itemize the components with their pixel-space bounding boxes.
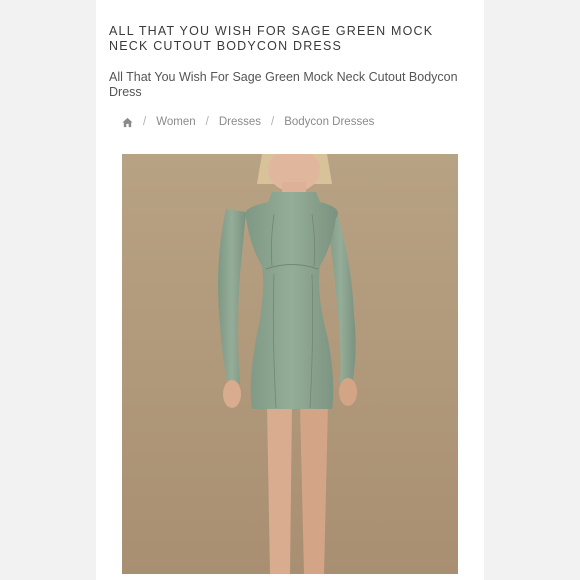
breadcrumb-item-women[interactable]: Women [156, 116, 195, 128]
breadcrumb-item-bodycon-dresses[interactable]: Bodycon Dresses [284, 116, 374, 128]
breadcrumb-separator: / [143, 116, 147, 128]
breadcrumb-separator: / [271, 116, 275, 128]
home-icon[interactable] [122, 117, 133, 128]
page-title: ALL THAT YOU WISH FOR SAGE GREEN MOCK NE… [109, 24, 434, 53]
breadcrumb-separator: / [205, 116, 209, 128]
breadcrumb: / Women / Dresses / Bodycon Dresses [122, 114, 374, 130]
product-card: ALL THAT YOU WISH FOR SAGE GREEN MOCK NE… [96, 0, 484, 580]
product-photo [122, 154, 458, 574]
breadcrumb-item-dresses[interactable]: Dresses [219, 116, 261, 128]
product-name: All That You Wish For Sage Green Mock Ne… [109, 70, 458, 99]
